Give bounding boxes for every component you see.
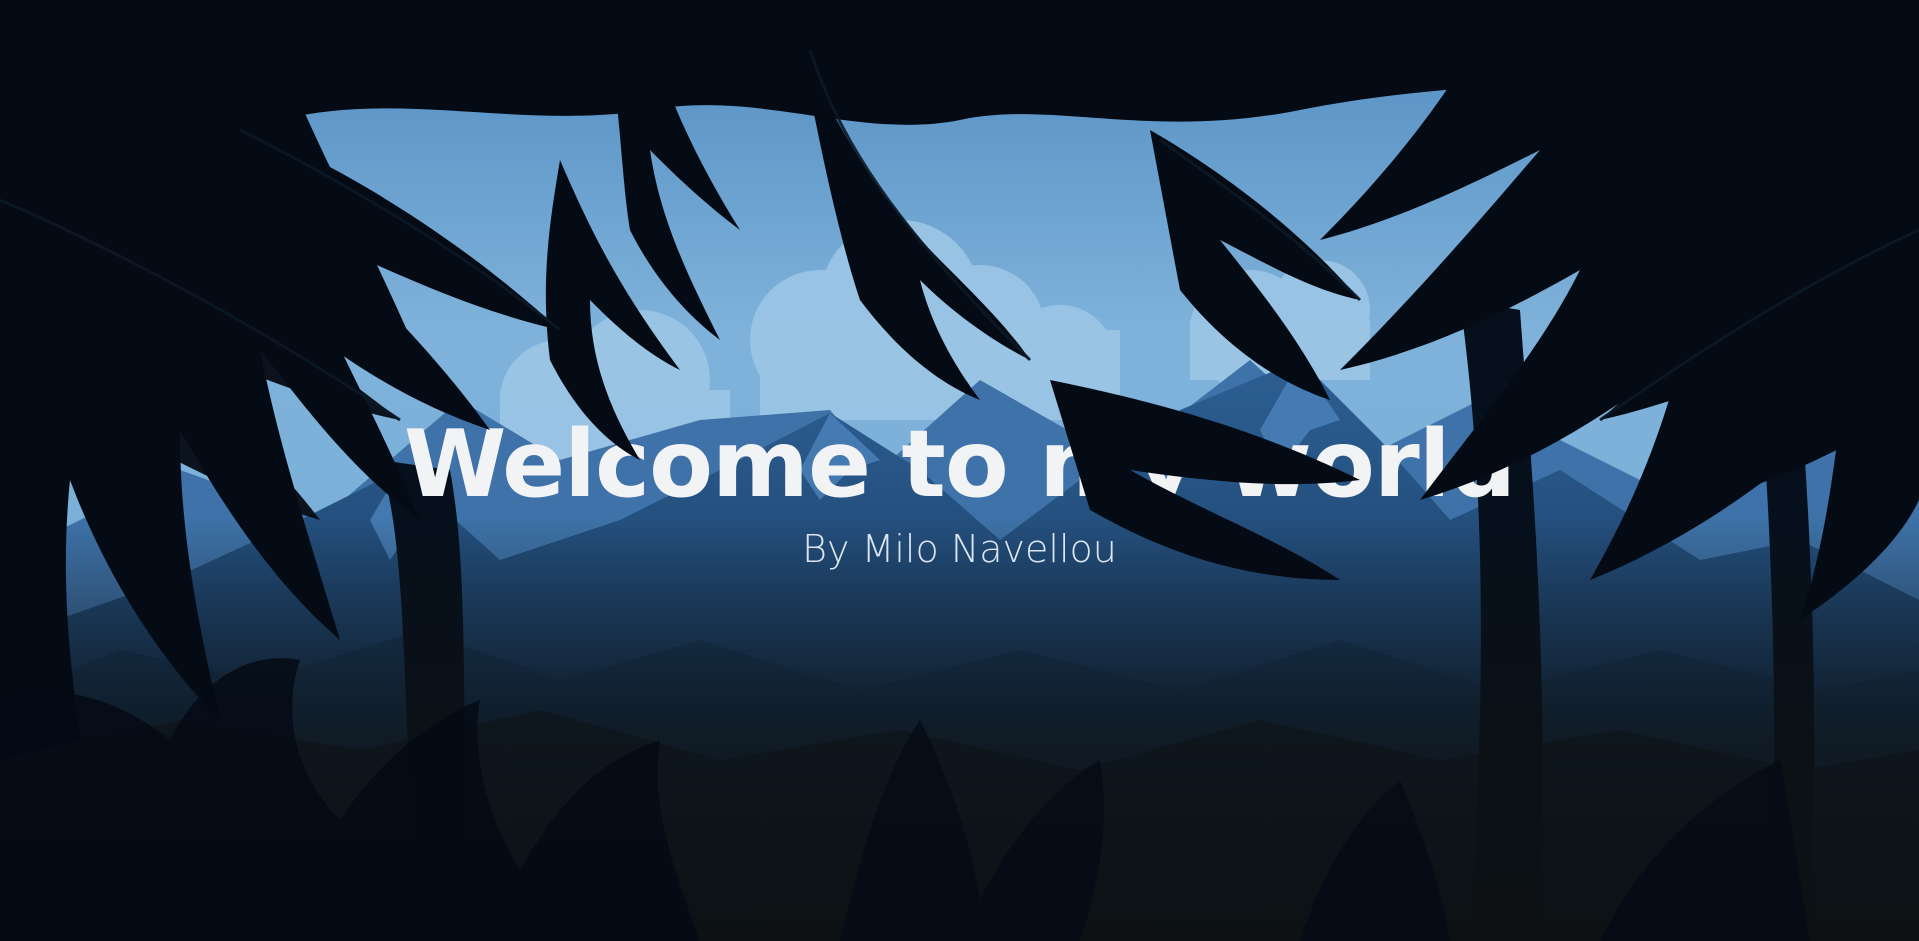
hero-title: Welcome to my world bbox=[403, 410, 1516, 518]
hero-subtitle: By Milo Navellou bbox=[802, 527, 1117, 571]
portfolio-button[interactable]: PORTFOLIO bbox=[1434, 19, 1620, 87]
logo-first-name: MILO bbox=[300, 42, 358, 64]
hero-content: MILONAVELLOU PORTFOLIO Welcome to my wor… bbox=[0, 0, 1919, 941]
hero-section: MILONAVELLOU PORTFOLIO Welcome to my wor… bbox=[0, 0, 1919, 941]
site-logo[interactable]: MILONAVELLOU bbox=[300, 42, 479, 65]
logo-last-name: NAVELLOU bbox=[358, 42, 480, 64]
